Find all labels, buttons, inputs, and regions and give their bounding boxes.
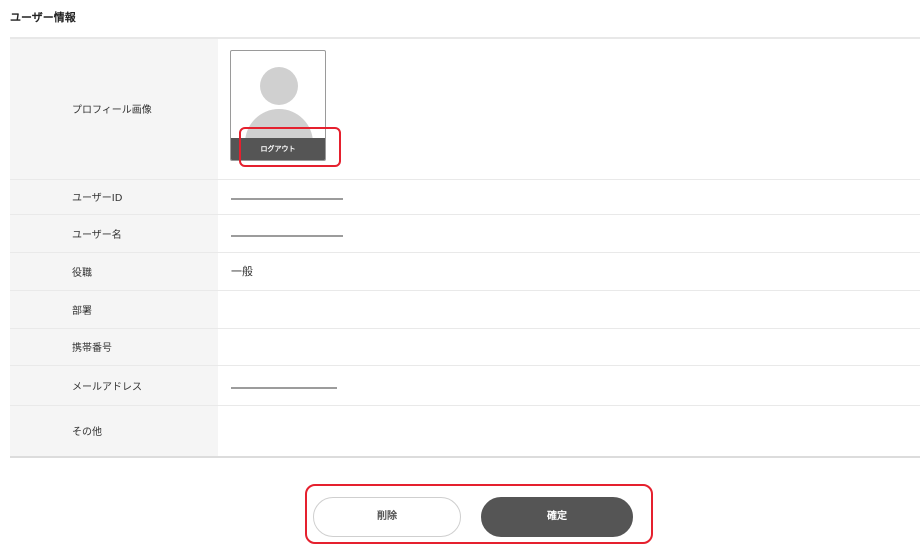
confirm-button[interactable]: 確定	[481, 497, 633, 537]
table-row: ユーザー名	[10, 214, 920, 253]
table-row: 携帯番号	[10, 328, 920, 366]
logout-button[interactable]: ログアウト	[231, 138, 325, 160]
role-value: 一般	[218, 252, 920, 291]
user-name-label: ユーザー名	[10, 214, 218, 253]
table-row: メールアドレス	[10, 365, 920, 406]
table-row: 役職 一般	[10, 252, 920, 291]
department-value	[218, 290, 920, 329]
profile-image-label: プロフィール画像	[10, 39, 218, 180]
email-label: メールアドレス	[10, 365, 218, 406]
department-label: 部署	[10, 290, 218, 329]
phone-label: 携帯番号	[10, 328, 218, 366]
table-row: ユーザーID	[10, 179, 920, 215]
user-name-value-redacted	[231, 231, 343, 239]
role-label: 役職	[10, 252, 218, 291]
profile-photo-frame: ログアウト	[230, 50, 326, 161]
table-row: 部署	[10, 290, 920, 329]
table-row: プロフィール画像 ログアウト	[10, 39, 920, 180]
user-info-table: プロフィール画像 ログアウト ユーザーID ユーザー名 役職 一般 部署 携帯番…	[10, 39, 920, 458]
page-title: ユーザー情報	[10, 11, 76, 24]
profile-image-cell: ログアウト	[218, 39, 920, 180]
user-id-label: ユーザーID	[10, 179, 218, 215]
delete-button[interactable]: 削除	[313, 497, 461, 537]
other-label: その他	[10, 405, 218, 458]
user-id-value-redacted	[231, 194, 343, 202]
user-silhouette-icon	[260, 67, 298, 105]
email-value-redacted	[231, 383, 337, 391]
phone-value	[218, 328, 920, 366]
table-row: その他	[10, 405, 920, 458]
other-value	[218, 405, 920, 458]
